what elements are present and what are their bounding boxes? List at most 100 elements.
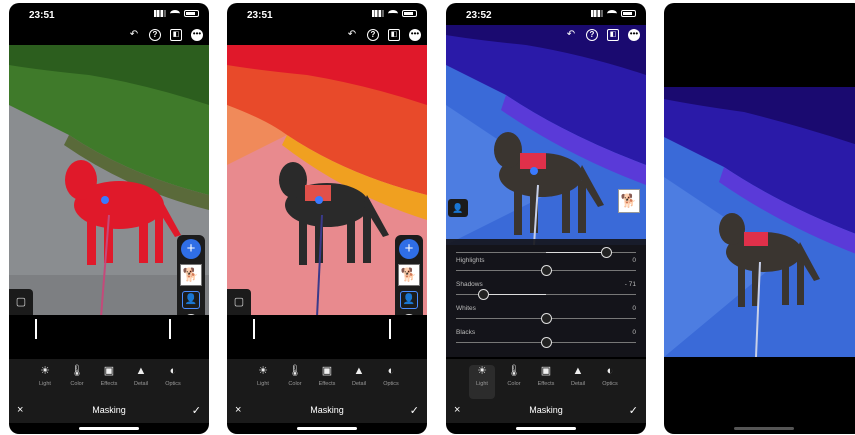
scrub-cursor[interactable]: [169, 319, 171, 339]
photo-preview[interactable]: [664, 87, 855, 357]
phone-screen-2: 23:51 ↶ ? ◧ ••• ▢ + 🐕 👤 ☀ Light 🌡 Color …: [227, 3, 427, 434]
wifi-icon: [607, 10, 617, 17]
top-toolbar: ↶ ? ◧ •••: [128, 29, 203, 41]
tool-effects[interactable]: ▣ Effects: [314, 365, 340, 399]
wifi-icon: [170, 10, 180, 17]
crop-icon[interactable]: ▢: [9, 289, 33, 313]
bottom-bar: × Masking ✓: [9, 399, 209, 423]
slider-highlights[interactable]: Highlights 0: [456, 257, 636, 279]
tool-color[interactable]: 🌡 Color: [501, 365, 527, 399]
battery-icon: [402, 10, 417, 17]
compare-icon[interactable]: ◧: [170, 29, 182, 41]
tool-effects[interactable]: ▣ Effects: [533, 365, 559, 399]
more-icon[interactable]: •••: [409, 29, 421, 41]
crop-icon[interactable]: ▢: [227, 289, 251, 313]
home-indicator: [79, 427, 139, 430]
status-bar: 23:51: [9, 3, 209, 25]
battery-icon: [184, 10, 199, 17]
home-indicator: [297, 427, 357, 430]
phone-screen-4: [664, 3, 855, 434]
person-icon[interactable]: 👤: [400, 291, 418, 309]
light-sliders-panel: Highlights 0 Shadows - 71 Whites 0 Black…: [446, 239, 646, 357]
more-icon[interactable]: •••: [191, 29, 203, 41]
slider-knob[interactable]: [541, 337, 552, 348]
masking-title: Masking: [310, 405, 344, 415]
scrubber-area[interactable]: [227, 315, 427, 359]
status-bar: 23:51: [227, 3, 427, 25]
effects-icon: ▣: [321, 365, 333, 377]
slider-knob[interactable]: [478, 289, 489, 300]
slider-value: 0: [632, 305, 636, 312]
slider-shadows[interactable]: Shadows - 71: [456, 281, 636, 303]
lens-icon: ◐: [169, 365, 177, 377]
slider-label: Blacks: [456, 329, 476, 336]
tool-effects[interactable]: ▣ Effects: [96, 365, 122, 399]
signal-icon: [591, 10, 603, 17]
tool-color[interactable]: 🌡 Color: [64, 365, 90, 399]
masking-title: Masking: [92, 405, 126, 415]
tool-color[interactable]: 🌡 Color: [282, 365, 308, 399]
undo-icon[interactable]: ↶: [128, 29, 140, 41]
mask-thumbnail[interactable]: 🐕: [398, 264, 420, 286]
slider-blacks[interactable]: Blacks 0: [456, 329, 636, 351]
slider-label: Highlights: [456, 257, 485, 264]
sun-icon: ☀: [258, 365, 268, 377]
add-mask-icon[interactable]: +: [181, 239, 201, 259]
triangle-icon: ▲: [572, 365, 584, 377]
slider-label: Whites: [456, 305, 476, 312]
check-icon[interactable]: ✓: [410, 404, 419, 417]
mask-thumbnail[interactable]: 🐕: [180, 264, 202, 286]
mask-thumbnail[interactable]: 🐕: [618, 189, 640, 213]
add-mask-icon[interactable]: +: [399, 239, 419, 259]
bottom-bar: × Masking ✓: [227, 399, 427, 423]
triangle-icon: ▲: [135, 365, 147, 377]
compare-icon[interactable]: ◧: [388, 29, 400, 41]
tool-detail[interactable]: ▲ Detail: [565, 365, 591, 399]
phone-screen-3: 23:52 ↶ ? ◧ ••• 👤 🐕 Highlights 0 Shadows…: [446, 3, 646, 434]
person-icon[interactable]: 👤: [448, 199, 468, 217]
edit-toolbar: ☀ Light 🌡 Color ▣ Effects ▲ Detail ◐ Optics: [9, 359, 209, 399]
tool-optics[interactable]: ◐ Optics: [597, 365, 623, 399]
lens-icon: ◐: [606, 365, 614, 377]
tool-optics[interactable]: ◐ Optics: [160, 365, 186, 399]
wifi-icon: [388, 10, 398, 17]
masking-title: Masking: [529, 405, 563, 415]
undo-icon[interactable]: ↶: [565, 29, 577, 41]
slider-knob[interactable]: [541, 313, 552, 324]
scrubber-area[interactable]: [9, 315, 209, 359]
bottom-bar: × Masking ✓: [446, 399, 646, 423]
tool-optics[interactable]: ◐ Optics: [378, 365, 404, 399]
thermometer-icon: 🌡: [70, 365, 84, 377]
slider-knob[interactable]: [541, 265, 552, 276]
scrub-cursor[interactable]: [253, 319, 255, 339]
compare-icon[interactable]: ◧: [607, 29, 619, 41]
lens-icon: ◐: [387, 365, 395, 377]
help-icon[interactable]: ?: [586, 29, 598, 41]
edit-toolbar: ☀ Light 🌡 Color ▣ Effects ▲ Detail ◐ Optics: [227, 359, 427, 399]
undo-icon[interactable]: ↶: [346, 29, 358, 41]
check-icon[interactable]: ✓: [629, 404, 638, 417]
sun-icon: ☀: [477, 365, 487, 377]
tool-detail[interactable]: ▲ Detail: [346, 365, 372, 399]
help-icon[interactable]: ?: [367, 29, 379, 41]
scrub-cursor[interactable]: [35, 319, 37, 339]
status-time: 23:52: [466, 10, 492, 21]
photo-canvas[interactable]: [446, 25, 646, 245]
tool-detail[interactable]: ▲ Detail: [128, 365, 154, 399]
tool-light[interactable]: ☀ Light: [469, 365, 495, 399]
scrub-cursor[interactable]: [389, 319, 391, 339]
more-icon[interactable]: •••: [628, 29, 640, 41]
signal-icon: [372, 10, 384, 17]
person-icon[interactable]: 👤: [182, 291, 200, 309]
top-toolbar: ↶ ? ◧ •••: [346, 29, 421, 41]
slider-whites[interactable]: Whites 0: [456, 305, 636, 327]
help-icon[interactable]: ?: [149, 29, 161, 41]
check-icon[interactable]: ✓: [192, 404, 201, 417]
battery-icon: [621, 10, 636, 17]
sun-icon: ☀: [40, 365, 50, 377]
edit-toolbar: ☀ Light 🌡 Color ▣ Effects ▲ Detail ◐ Optics: [446, 359, 646, 399]
tool-light[interactable]: ☀ Light: [32, 365, 58, 399]
slider-label: Shadows: [456, 281, 483, 288]
tool-light[interactable]: ☀ Light: [250, 365, 276, 399]
top-toolbar: ↶ ? ◧ •••: [565, 29, 640, 41]
